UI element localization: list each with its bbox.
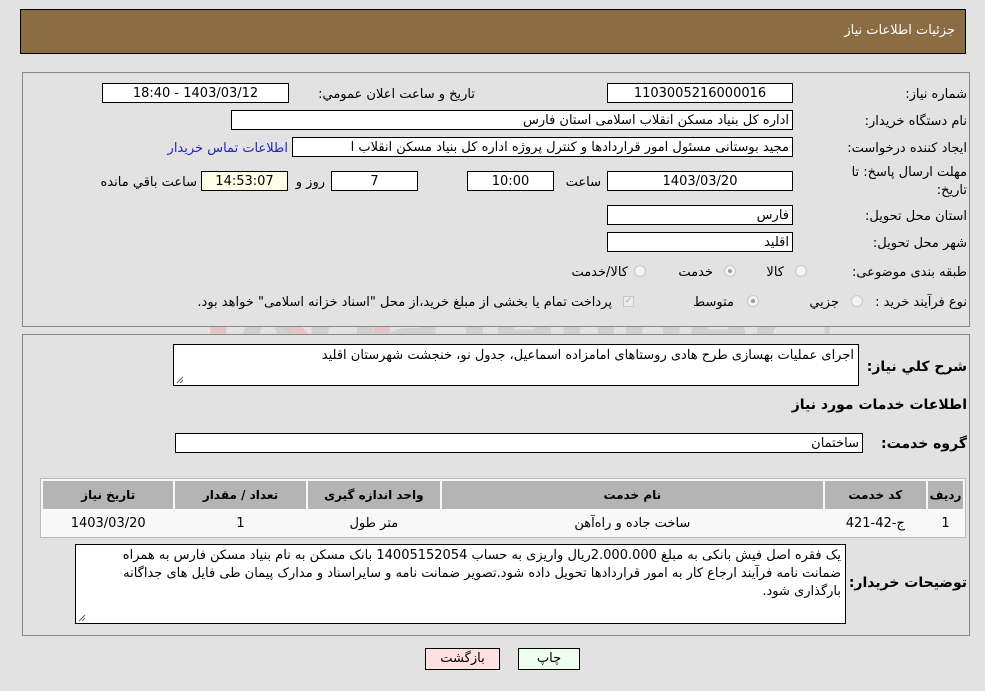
cell-service-code: ج-42-421 bbox=[824, 511, 926, 535]
city-field: اقليد bbox=[607, 232, 793, 252]
process-radio-minor[interactable] bbox=[851, 295, 863, 307]
process-radio-medium[interactable] bbox=[747, 295, 759, 307]
treasury-note: پرداخت تمام يا بخشی از مبلغ خريد،از محل … bbox=[197, 295, 612, 310]
col-service-code: کد خدمت bbox=[824, 481, 926, 509]
col-need-date: تاريخ نياز bbox=[43, 481, 174, 509]
creator-label: ايجاد کننده درخواست: bbox=[847, 141, 967, 156]
buyer-notes-textarea[interactable]: یک فقره اصل فیش بانکی به مبلغ 2.000.000ر… bbox=[75, 544, 846, 624]
category-label: طبقه بندی موضوعی: bbox=[851, 265, 967, 280]
announce-label: تاريخ و ساعت اعلان عمومي: bbox=[318, 87, 475, 102]
col-service-name: نام خدمت bbox=[442, 481, 823, 509]
description-text: اجرای عملیات بهسازی طرح هادی روستاهای ام… bbox=[321, 348, 854, 363]
table-row: 1 ج-42-421 ساخت جاده و راه‌آهن متر طول 1… bbox=[43, 511, 963, 535]
remaining-days-field: 7 bbox=[331, 171, 418, 191]
deadline-label: مهلت ارسال پاسخ: تا تاريخ: bbox=[851, 165, 967, 198]
announce-datetime-field: 1403/03/12 - 18:40 bbox=[102, 83, 289, 103]
resize-grip-icon[interactable] bbox=[176, 376, 184, 384]
remaining-time-label: ساعت باقي مانده bbox=[100, 175, 197, 190]
cell-service-name: ساخت جاده و راه‌آهن bbox=[442, 511, 823, 535]
buyer-contact-link[interactable]: اطلاعات تماس خريدار bbox=[168, 141, 288, 156]
services-heading: اطلاعات خدمات مورد نياز bbox=[791, 397, 967, 413]
page-header: جزئیات اطلاعات نیاز bbox=[20, 9, 966, 54]
deadline-time-label: ساعت bbox=[565, 175, 601, 190]
city-label: شهر محل تحويل: bbox=[872, 236, 967, 251]
back-button[interactable]: بازگشت bbox=[425, 648, 500, 670]
buyer-notes-label: توضيحات خريدار: bbox=[848, 575, 967, 591]
category-option-goods-service: کالا/خدمت bbox=[571, 265, 628, 280]
need-number-label: شماره نیاز: bbox=[905, 87, 967, 102]
table-header-row: رديف کد خدمت نام خدمت واحد اندازه گيری ت… bbox=[43, 481, 963, 509]
service-group-field: ساختمان bbox=[175, 433, 863, 453]
description-label: شرح کلي نياز: bbox=[866, 359, 967, 375]
service-group-label: گروه خدمت: bbox=[881, 436, 967, 452]
cell-quantity: 1 bbox=[175, 511, 306, 535]
buyer-notes-text: یک فقره اصل فیش بانکی به مبلغ 2.000.000ر… bbox=[122, 548, 841, 599]
process-type-label: نوع فرآيند خريد : bbox=[875, 295, 967, 310]
buyer-org-label: نام دستگاه خريدار: bbox=[864, 114, 967, 129]
province-label: استان محل تحويل: bbox=[865, 209, 967, 224]
deadline-time-field: 10:00 bbox=[467, 171, 554, 191]
process-option-minor: جزيي bbox=[809, 295, 839, 310]
need-number-field: 1103005216000016 bbox=[607, 83, 793, 103]
province-field: فارس bbox=[607, 205, 793, 225]
col-row-number: رديف bbox=[927, 481, 963, 509]
col-quantity: تعداد / مقدار bbox=[175, 481, 306, 509]
services-table: رديف کد خدمت نام خدمت واحد اندازه گيری ت… bbox=[40, 478, 966, 538]
cell-row-number: 1 bbox=[927, 511, 963, 535]
page-title: جزئیات اطلاعات نیاز bbox=[844, 23, 955, 38]
process-option-medium: متوسط bbox=[693, 295, 734, 310]
col-unit: واحد اندازه گيری bbox=[307, 481, 441, 509]
description-textarea[interactable]: اجرای عملیات بهسازی طرح هادی روستاهای ام… bbox=[173, 344, 859, 386]
creator-field: مجید بوستانی مسئول امور قراردادها و کنتر… bbox=[292, 137, 793, 157]
print-button[interactable]: چاپ bbox=[518, 648, 580, 670]
category-radio-goods-service[interactable] bbox=[634, 265, 646, 277]
cell-unit: متر طول bbox=[307, 511, 441, 535]
category-option-service: خدمت bbox=[678, 265, 713, 280]
treasury-checkbox[interactable]: ✓ bbox=[623, 296, 634, 307]
category-radio-service[interactable] bbox=[724, 265, 736, 277]
days-label: روز و bbox=[295, 175, 325, 190]
buyer-org-field: اداره کل بنیاد مسکن انقلاب اسلامی استان … bbox=[231, 110, 793, 130]
deadline-date-field: 1403/03/20 bbox=[607, 171, 793, 191]
remaining-time-field: 14:53:07 bbox=[201, 171, 288, 191]
resize-grip-icon[interactable] bbox=[78, 614, 86, 622]
category-radio-goods[interactable] bbox=[795, 265, 807, 277]
cell-need-date: 1403/03/20 bbox=[43, 511, 174, 535]
category-option-goods: کالا bbox=[766, 265, 784, 280]
